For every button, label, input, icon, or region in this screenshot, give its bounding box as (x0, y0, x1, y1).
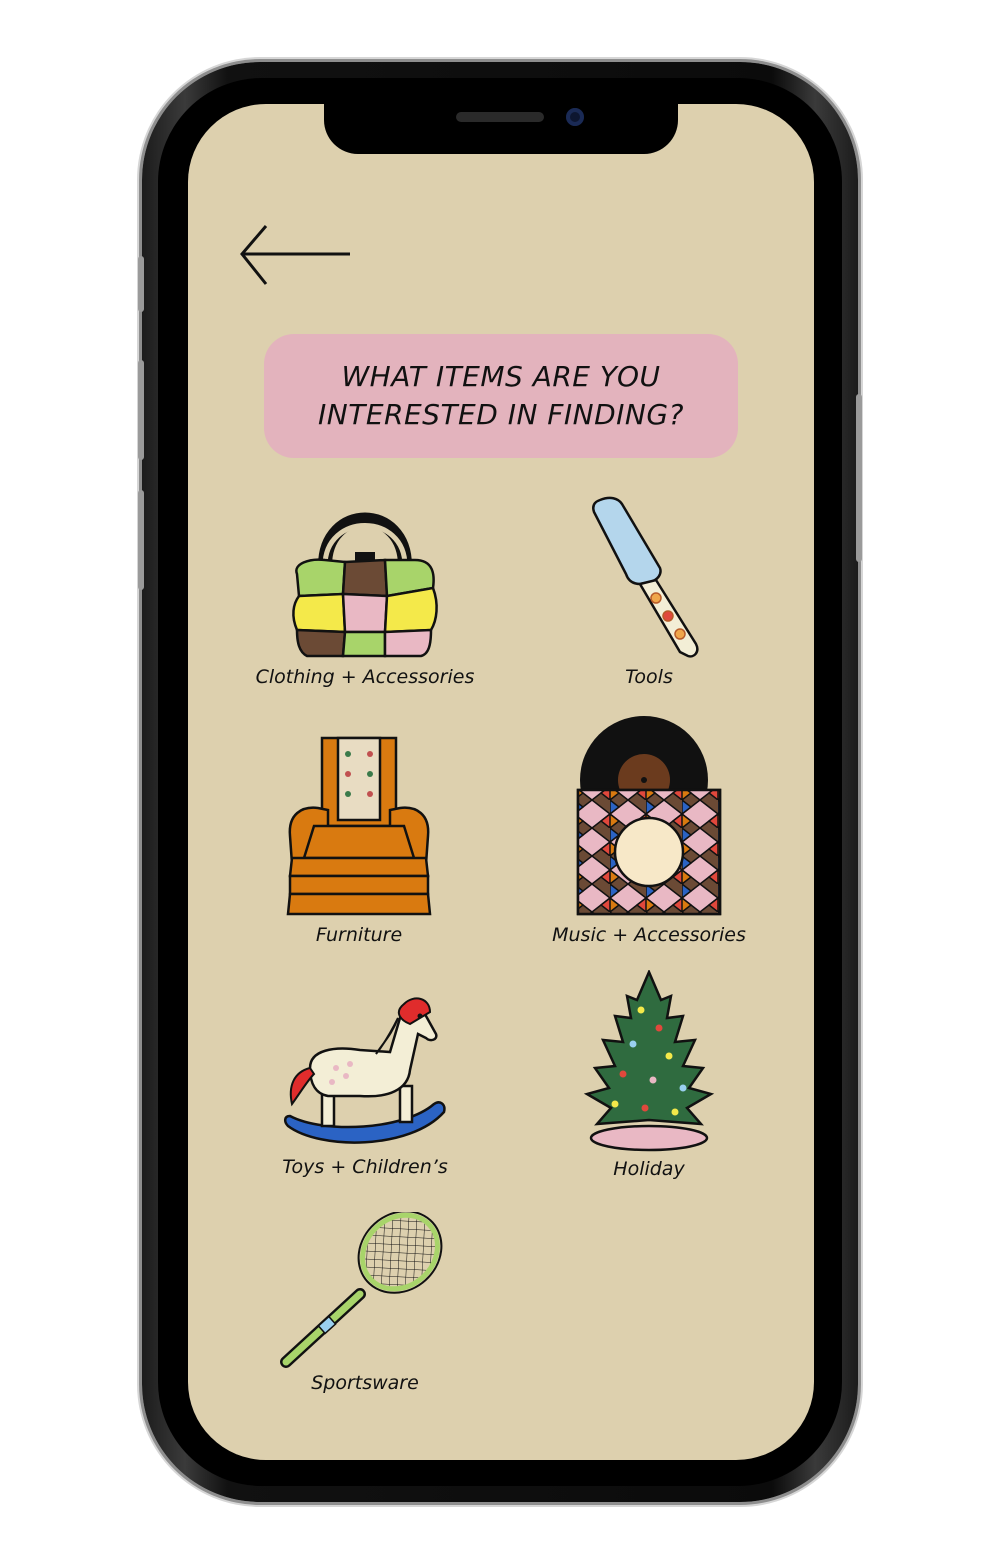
category-toys-childrens[interactable]: Toys + Children’s (240, 994, 490, 1178)
category-music-accessories[interactable]: Music + Accessories (524, 716, 774, 946)
armchair-icon (286, 736, 432, 916)
volume-up-button (138, 360, 144, 460)
category-clothing-accessories[interactable]: Clothing + Accessories (240, 504, 490, 688)
category-sportsware[interactable]: Sportsware (240, 1212, 490, 1394)
app-screen: WHAT ITEMS ARE YOU INTERESTED IN FINDING… (188, 104, 814, 1460)
back-button[interactable] (238, 224, 354, 292)
speaker-grille (456, 112, 544, 122)
front-camera (566, 108, 584, 126)
tennis-racket-icon (280, 1212, 443, 1368)
rocking-horse-icon (284, 997, 446, 1144)
category-furniture[interactable]: Furniture (234, 730, 484, 946)
category-label: Music + Accessories (552, 924, 746, 946)
category-holiday[interactable]: Holiday (524, 970, 774, 1180)
category-label: Toys + Children’s (282, 1156, 448, 1178)
christmas-tree-icon (583, 970, 715, 1152)
question-banner: WHAT ITEMS ARE YOU INTERESTED IN FINDING… (264, 334, 738, 458)
left-arrow-icon (240, 225, 350, 285)
question-text: WHAT ITEMS ARE YOU INTERESTED IN FINDING… (318, 360, 684, 431)
category-label: Clothing + Accessories (255, 666, 475, 688)
garden-trowel-icon (592, 496, 699, 658)
volume-down-button (138, 490, 144, 590)
category-label: Sportsware (311, 1372, 419, 1394)
patchwork-handbag-icon (292, 512, 438, 658)
category-label: Tools (625, 666, 673, 688)
category-tools[interactable]: Tools (524, 494, 774, 688)
mute-switch (138, 256, 144, 312)
category-label: Holiday (613, 1158, 685, 1180)
notch (324, 104, 678, 154)
vinyl-record-icon (576, 716, 722, 916)
power-button (856, 394, 862, 562)
category-label: Furniture (315, 924, 403, 946)
